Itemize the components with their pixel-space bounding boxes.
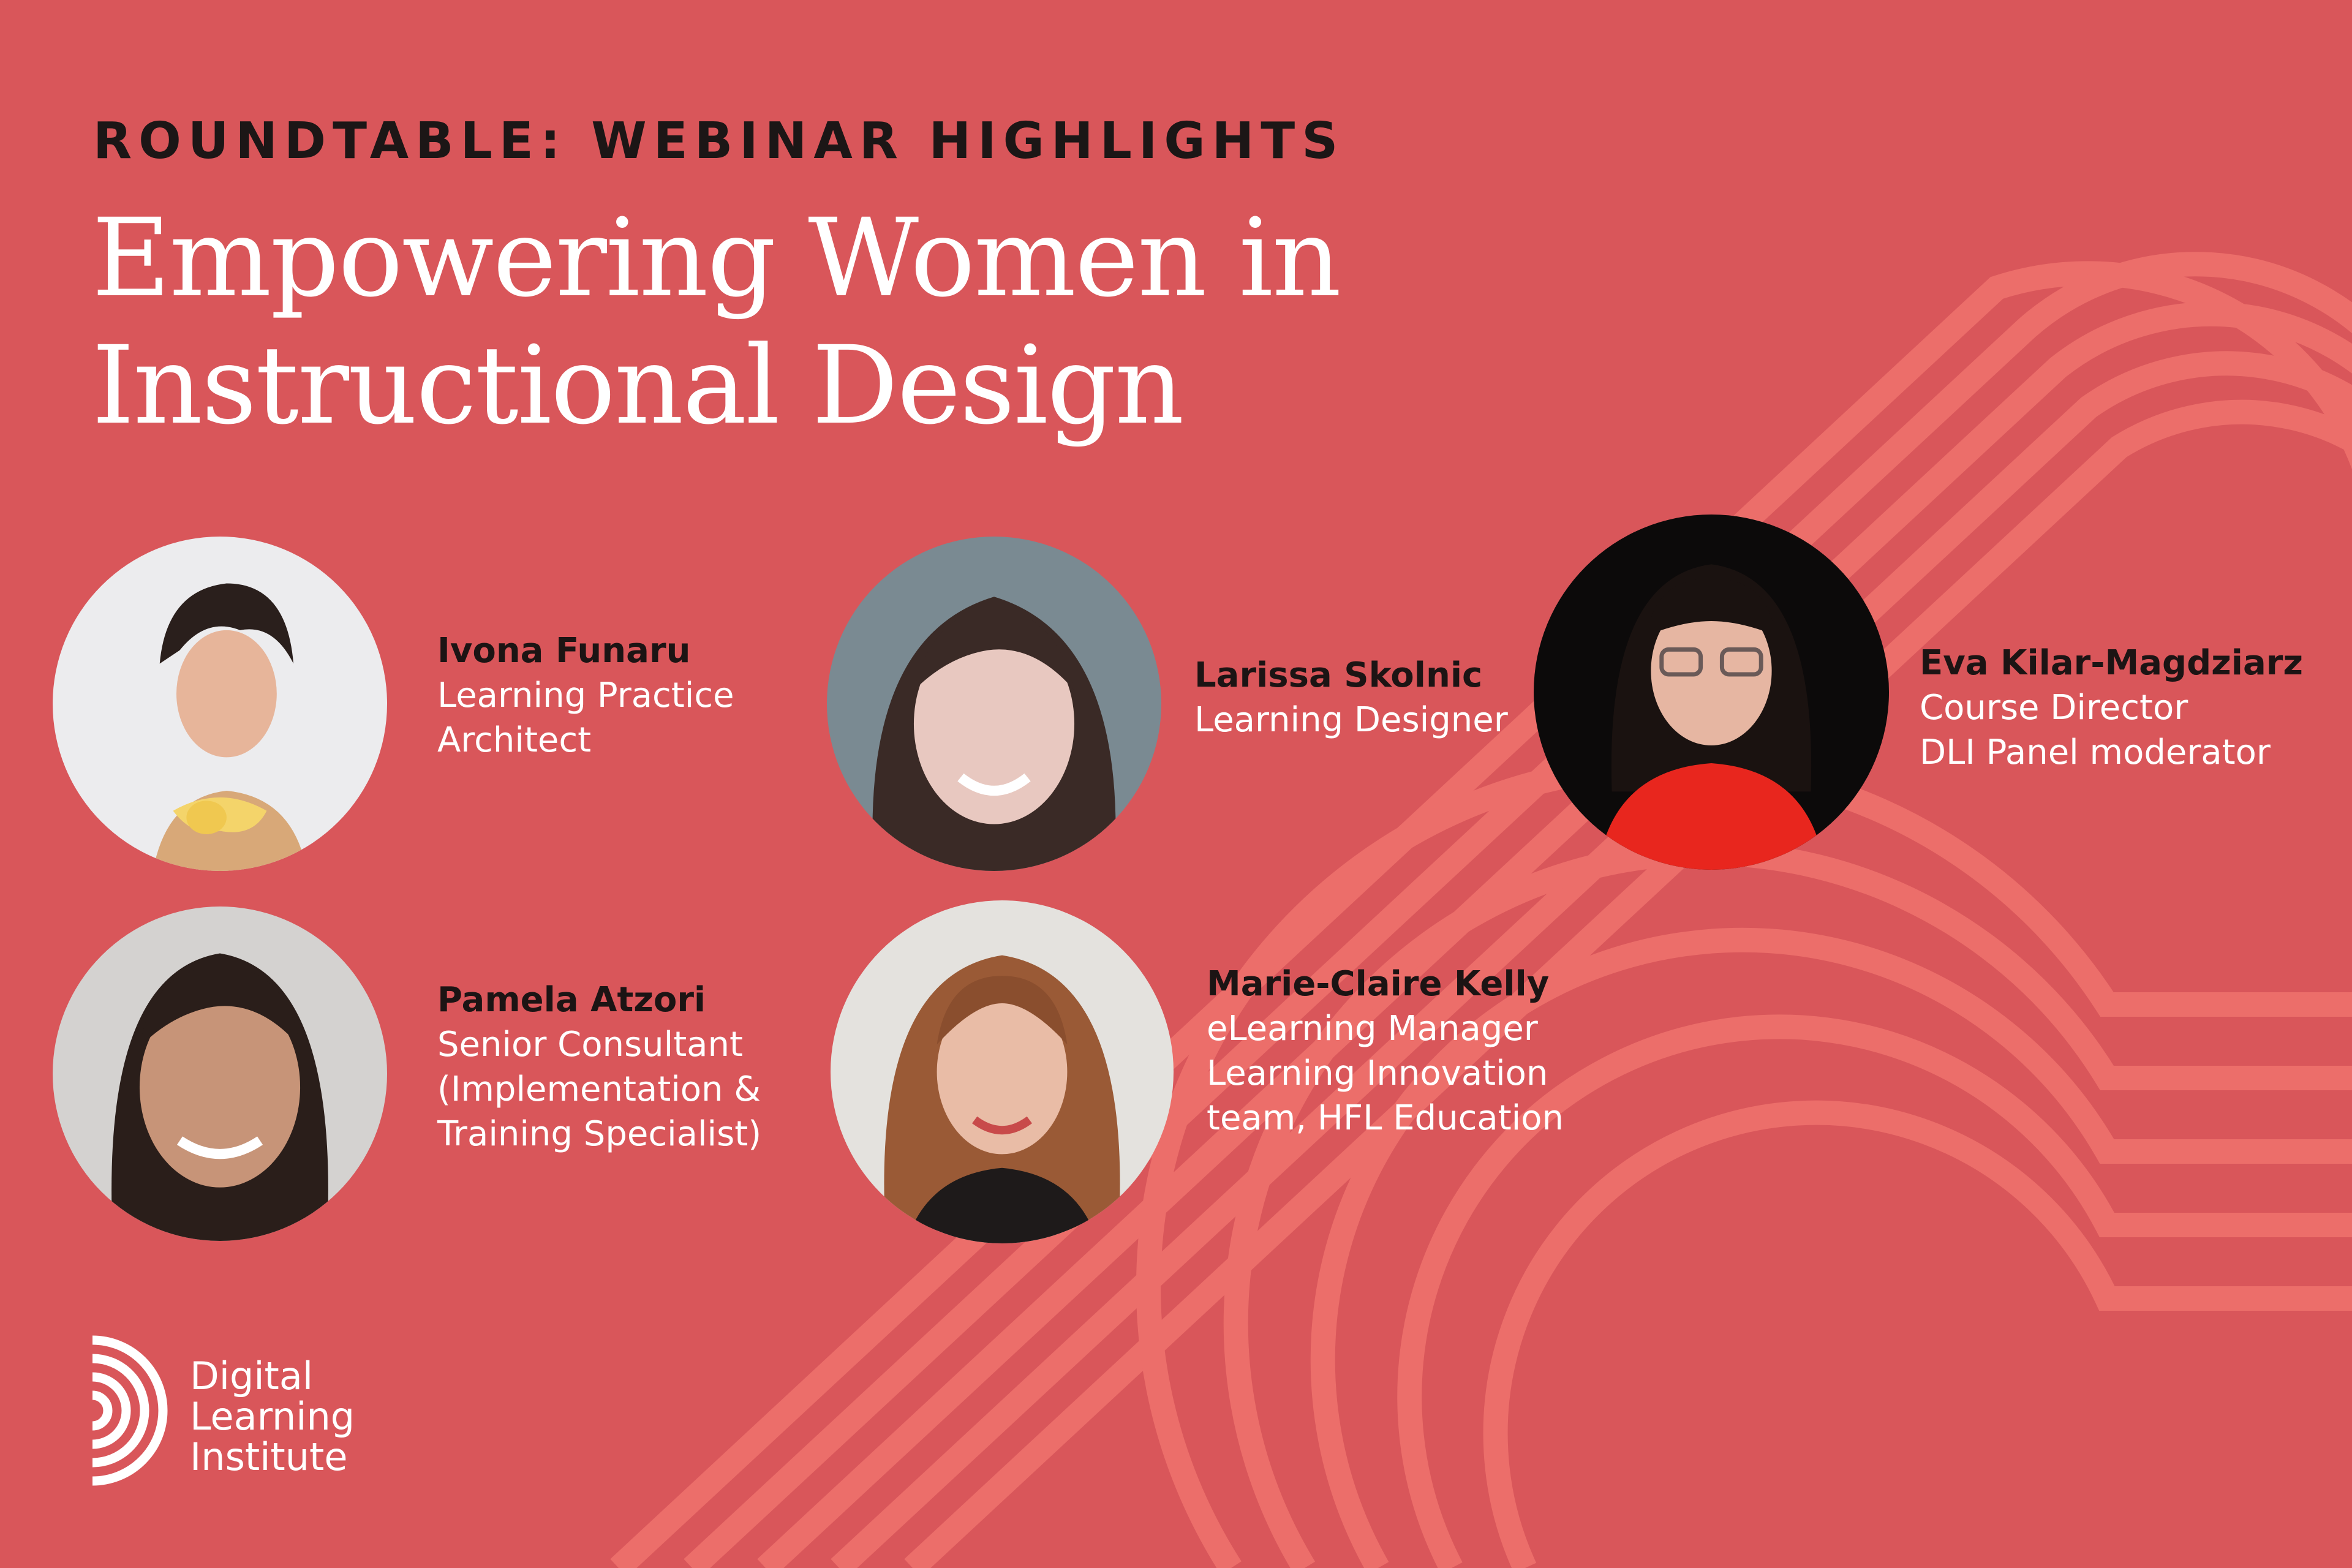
page-title: Empowering Women in Instructional Design (92, 195, 1562, 450)
title-line-2: Instructional Design (92, 323, 1184, 448)
speaker-role-line: Learning Designer (1194, 700, 1508, 740)
speaker-role-line: (Implementation & (437, 1069, 761, 1109)
speaker-photo-eva (1534, 514, 1889, 870)
speaker-name: Ivona Funaru (437, 631, 691, 671)
dli-logo: Digital Learning Institute (89, 1329, 408, 1494)
speaker-role-line: Learning Practice (437, 676, 734, 715)
speaker-info-marie-claire: Marie-Claire Kelly eLearning Manager Lea… (1207, 962, 1564, 1140)
speaker-role-line: Senior Consultant (437, 1025, 743, 1065)
speaker-role-line: eLearning Manager (1207, 1009, 1538, 1049)
speaker-name: Pamela Atzori (437, 980, 706, 1020)
event-eyebrow: ROUNDTABLE: WEBINAR HIGHLIGHTS (93, 112, 1345, 170)
speaker-role-line: Training Specialist) (437, 1114, 762, 1154)
speaker-photo-marie-claire (831, 900, 1174, 1243)
speaker-role-line: DLI Panel moderator (1920, 733, 2271, 772)
logo-word: Digital (190, 1354, 314, 1398)
speaker-photo-pamela (53, 907, 387, 1241)
logo-word: Institute (190, 1434, 348, 1479)
speaker-name: Eva Kilar-Magdziarz (1920, 643, 2303, 683)
logo-word: Learning (190, 1394, 355, 1439)
speaker-info-ivona: Ivona Funaru Learning Practice Architect (437, 628, 734, 763)
speaker-photo-ivona (53, 537, 387, 871)
speaker-role-line: team, HFL Education (1207, 1098, 1564, 1138)
speaker-info-larissa: Larissa Skolnic Learning Designer (1194, 653, 1508, 742)
title-line-1: Empowering Women in (92, 195, 1341, 321)
speaker-photo-larissa (827, 537, 1161, 871)
speaker-role-line: Course Director (1920, 688, 2188, 728)
speaker-info-eva: Eva Kilar-Magdziarz Course Director DLI … (1920, 641, 2303, 775)
speaker-info-pamela: Pamela Atzori Senior Consultant (Impleme… (437, 978, 761, 1156)
speaker-name: Marie-Claire Kelly (1207, 964, 1550, 1004)
speaker-role-line: Learning Innovation (1207, 1054, 1548, 1093)
concentric-arcs-logo-icon (92, 1335, 168, 1486)
logo-wordmark: Digital Learning Institute (190, 1356, 355, 1477)
speaker-name: Larissa Skolnic (1194, 655, 1483, 695)
speaker-role-line: Architect (437, 720, 592, 760)
